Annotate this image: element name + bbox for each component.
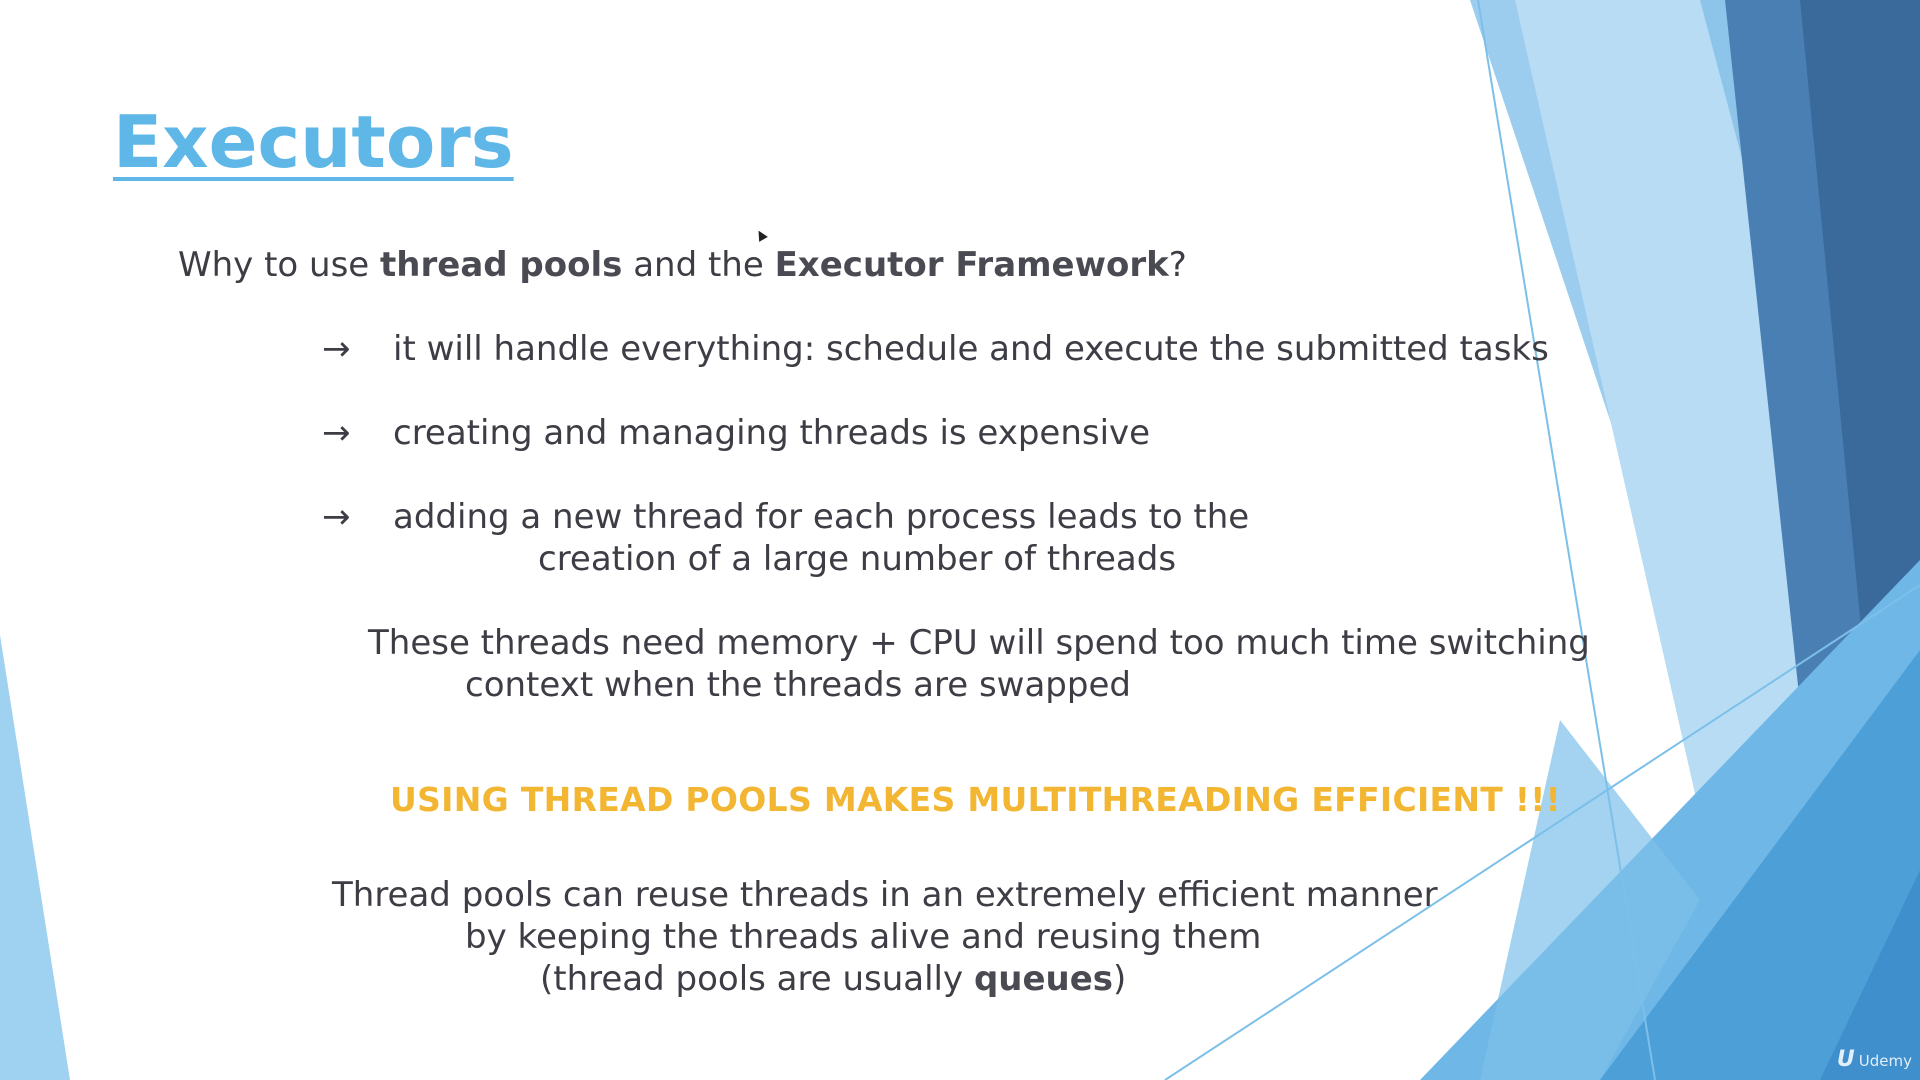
summary-term-queues: queues: [973, 959, 1114, 999]
udemy-logo-icon: U: [1836, 1047, 1855, 1072]
bullet-2-text: creating and managing threads is expensi…: [393, 413, 1151, 453]
summary-line-3: (thread pools are usually queues): [540, 958, 1126, 1000]
bullet-arrow-icon: →: [322, 329, 351, 369]
note-line-1: These threads need memory + CPU will spe…: [368, 623, 1590, 663]
question-mid: and the: [622, 245, 775, 285]
udemy-watermark-text: Udemy: [1858, 1052, 1912, 1070]
question-term-executor-framework: Executor Framework: [774, 245, 1169, 285]
question-suffix: ?: [1168, 245, 1187, 285]
note-line-2: context when the threads are swapped: [465, 665, 1131, 705]
bullet-arrow-icon: →: [322, 413, 351, 453]
summary-line-2: by keeping the threads alive and reusing…: [465, 917, 1262, 957]
question-term-thread-pools: thread pools: [380, 245, 623, 285]
bullet-1-text: it will handle everything: schedule and …: [393, 329, 1549, 369]
bullet-arrow-icon: →: [322, 497, 351, 537]
slide: Executors Why to use thread pools and th…: [0, 0, 1920, 1080]
summary-line-3-prefix: (thread pools are usually: [540, 959, 974, 999]
udemy-watermark: U Udemy: [1837, 1047, 1912, 1072]
bullet-3-text: adding a new thread for each process lea…: [393, 497, 1250, 537]
question-line: Why to use thread pools and the Executor…: [178, 244, 1187, 286]
summary-line-1: Thread pools can reuse threads in an ext…: [332, 875, 1438, 915]
slide-title: Executors: [113, 100, 514, 184]
left-sliver-shape: [0, 635, 70, 1080]
summary-line-3-suffix: ): [1113, 959, 1127, 999]
question-prefix: Why to use: [178, 245, 381, 285]
bullet-3-continuation: creation of a large number of threads: [538, 539, 1177, 579]
callout-headline: USING THREAD POOLS MAKES MULTITHREADING …: [390, 780, 1561, 819]
